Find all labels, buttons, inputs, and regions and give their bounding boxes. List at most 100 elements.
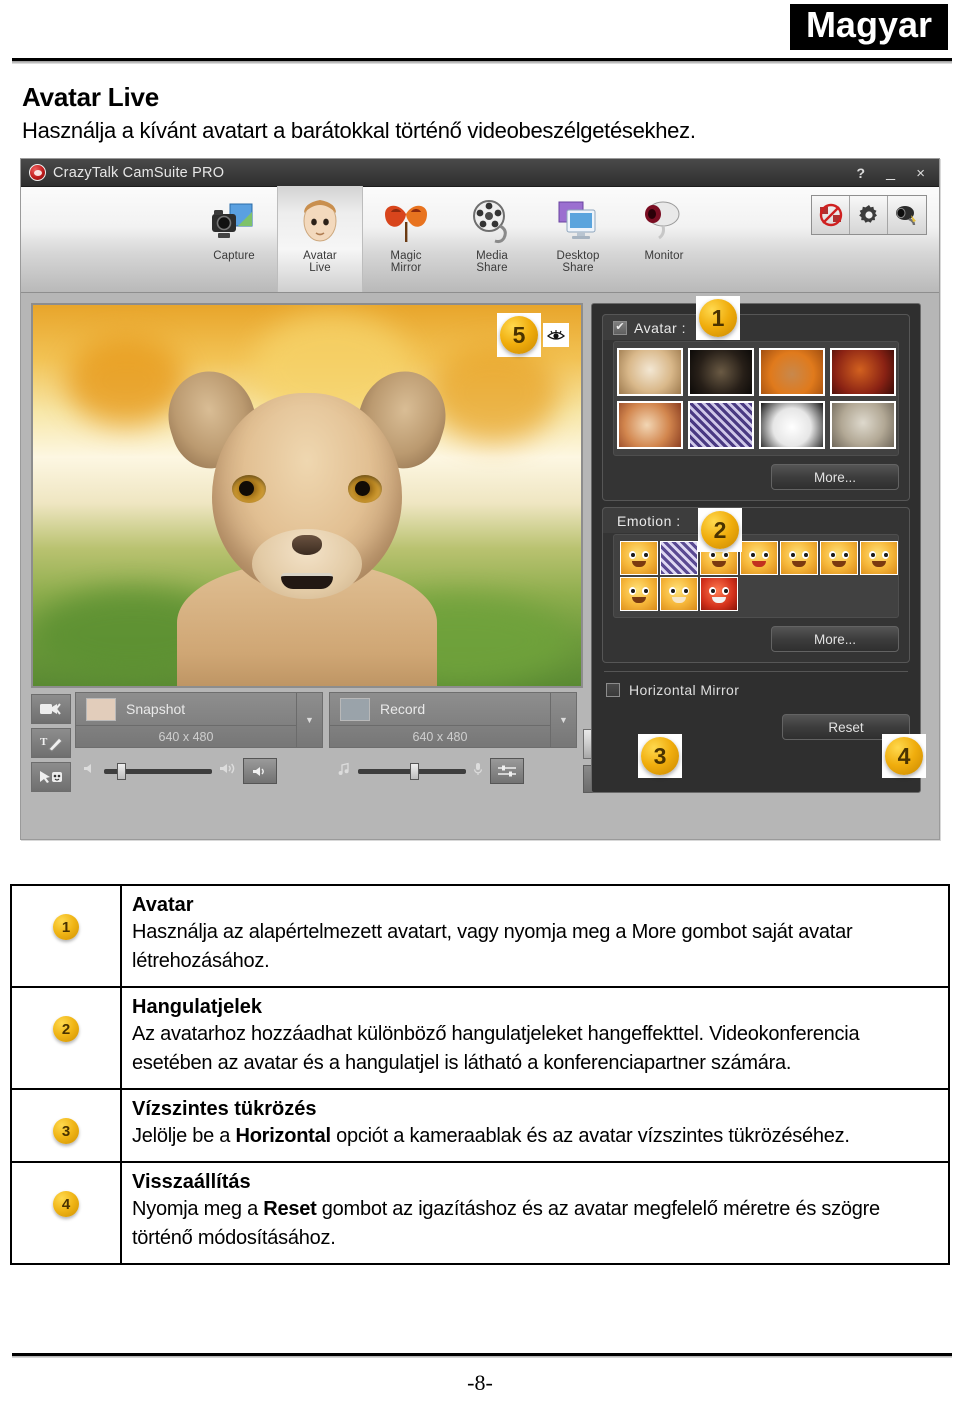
row-text-2: Az avatarhoz hozzáadhat különböző hangul… — [132, 1023, 860, 1074]
record-column: Record 640 x 480 ▼ — [329, 692, 577, 793]
record-main[interactable]: Record 640 x 480 — [330, 693, 550, 747]
row-title-3: Vízszintes tükrözés — [132, 1098, 317, 1120]
mic-slider[interactable] — [358, 762, 466, 780]
toolbar-item-media-share[interactable]: Media Share — [449, 186, 535, 292]
emotion-more-button[interactable]: More... — [771, 626, 899, 652]
row-title-2: Hangulatjelek — [132, 996, 263, 1018]
record-dropdown-arrow[interactable]: ▼ — [550, 693, 576, 748]
speaker-icon[interactable] — [243, 758, 277, 785]
avatar-thumbnail-grid — [616, 348, 896, 449]
toolbar-right-buttons — [811, 195, 927, 235]
avatar-thumb-stone-statue[interactable] — [829, 401, 896, 449]
row-number-cell: 4 — [10, 1161, 122, 1265]
emoticon-grin[interactable] — [660, 577, 698, 611]
row-body-cell: Avatar Használja az alapértelmezett avat… — [120, 884, 950, 988]
toolbar-item-magic-mirror[interactable]: Magic Mirror — [363, 186, 449, 292]
video-cut-icon[interactable] — [31, 694, 71, 725]
speaker-slider-knob[interactable] — [116, 762, 126, 780]
label-line2: Live — [309, 262, 331, 274]
emoticon-selected[interactable] — [660, 541, 698, 575]
webcam-icon — [639, 192, 689, 250]
emotion-group: Emotion : More... — [602, 507, 910, 663]
close-button[interactable]: × — [916, 159, 925, 187]
snapshot-main[interactable]: Snapshot 640 x 480 — [76, 693, 296, 747]
row-title-4: Visszaállítás — [132, 1171, 251, 1193]
no-webcam-icon[interactable] — [812, 196, 850, 234]
emotion-group-tab: Emotion : — [602, 507, 712, 533]
avatar-group: ✔ Avatar : More... — [602, 314, 910, 501]
avatar-thumb-dark-knight[interactable] — [687, 348, 754, 396]
speaker-low-icon — [83, 762, 97, 780]
avatar-thumb-red-warrior[interactable] — [829, 348, 896, 396]
avatar-thumb-purple-pattern[interactable] — [687, 401, 754, 449]
screen-thumb-icon — [340, 697, 370, 721]
header-rule — [12, 58, 952, 64]
label-line1: Magic — [390, 250, 422, 262]
toolbar-item-capture-label: Capture — [213, 250, 255, 262]
app-title-text: CrazyTalk CamSuite PRO — [53, 164, 225, 181]
avatar-thumb-doll[interactable] — [616, 401, 683, 449]
side-tool-buttons: T — [31, 692, 71, 793]
emoticon-kiss[interactable] — [740, 541, 778, 575]
table-row: 3 Vízszintes tükrözés Jelölje be a Horiz… — [10, 1088, 950, 1163]
avatar-thumb-panda[interactable] — [758, 401, 825, 449]
record-box[interactable]: Record 640 x 480 ▼ — [329, 692, 577, 749]
gear-icon[interactable] — [850, 196, 888, 234]
callout-badge-2: 2 — [701, 511, 739, 549]
horizontal-mirror-row[interactable]: ✔ Horizontal Mirror — [602, 680, 910, 698]
table-row: 2 Hangulatjelek Az avatarhoz hozzáadhat … — [10, 986, 950, 1090]
avatar-thumb-bald-man[interactable] — [758, 348, 825, 396]
row-body-cell: Visszaállítás Nyomja meg a Reset gombot … — [120, 1161, 950, 1265]
snapshot-column: Snapshot 640 x 480 ▼ — [75, 692, 323, 793]
toolbar-item-monitor[interactable]: Monitor — [621, 186, 707, 292]
page-number: -8- — [467, 1370, 493, 1395]
callout-badge-5-wrapper: 5 — [497, 313, 541, 357]
record-label: Record — [380, 701, 426, 718]
callout-badge-3-wrapper: 3 — [638, 734, 682, 778]
avatar-thumb-boy[interactable] — [616, 348, 683, 396]
avatar-thumbnail-well — [613, 341, 899, 456]
camera-settings-icon[interactable] — [888, 196, 926, 234]
emoticon-angry-wink[interactable] — [620, 541, 658, 575]
text-pen-icon[interactable]: T — [31, 728, 71, 759]
snapshot-box[interactable]: Snapshot 640 x 480 ▼ — [75, 692, 323, 749]
label-line2: Share — [562, 262, 594, 274]
label-line1: Desktop — [556, 250, 600, 262]
video-preview[interactable]: 5 — [31, 303, 583, 689]
emoticon-devil[interactable] — [700, 577, 738, 611]
toolbar-item-capture[interactable]: Capture — [191, 186, 277, 292]
callout-badge-1-wrapper: 1 — [696, 296, 740, 340]
toolbar-item-avatar-live[interactable]: Avatar Live — [277, 186, 363, 292]
preview-callout: 5 — [497, 313, 569, 357]
app-toolbar: Capture Avatar Live Magic Mirror Media S… — [21, 186, 939, 293]
emoticon-crying[interactable] — [860, 541, 898, 575]
snapshot-dropdown-arrow[interactable]: ▼ — [296, 693, 322, 748]
eye-icon[interactable] — [543, 323, 569, 347]
horizontal-mirror-checkbox[interactable]: ✔ — [606, 683, 620, 697]
avatar-more-button[interactable]: More... — [771, 464, 899, 490]
crazytalk-logo-icon — [29, 164, 46, 181]
camera-icon — [208, 192, 260, 250]
row-badge-1: 1 — [53, 914, 79, 940]
minimize-button[interactable]: _ — [886, 159, 895, 187]
row-text-4: Nyomja meg a Reset gombot az igazításhoz… — [132, 1198, 880, 1249]
mixer-icon[interactable] — [490, 758, 524, 785]
emotion-group-label: Emotion : — [617, 512, 681, 529]
mic-slider-knob[interactable] — [409, 762, 419, 780]
emoticon-surprised[interactable] — [820, 541, 858, 575]
emoticon-cursor-icon[interactable] — [31, 762, 71, 793]
monitor-share-icon — [553, 192, 603, 250]
avatar-checkbox[interactable]: ✔ — [613, 320, 627, 335]
app-body: 5 T Snapshot 640 x 480 ▼ Record 640 x 48… — [21, 293, 939, 803]
row-badge-2: 2 — [53, 1016, 79, 1042]
emotion-grid — [620, 541, 898, 611]
settings-panel: ✔ Avatar : More... Emotion: More... Hor… — [591, 296, 926, 793]
toolbar-item-desktop-share[interactable]: Desktop Share — [535, 186, 621, 292]
speaker-high-icon — [219, 762, 236, 780]
emoticon-smile[interactable] — [620, 577, 658, 611]
emoticon-whistle[interactable] — [780, 541, 818, 575]
speaker-slider[interactable] — [104, 762, 212, 780]
help-button[interactable]: ? — [856, 159, 865, 187]
toolbar-item-desktop-share-label: Desktop Share — [557, 250, 600, 274]
snapshot-label: Snapshot — [126, 701, 186, 718]
